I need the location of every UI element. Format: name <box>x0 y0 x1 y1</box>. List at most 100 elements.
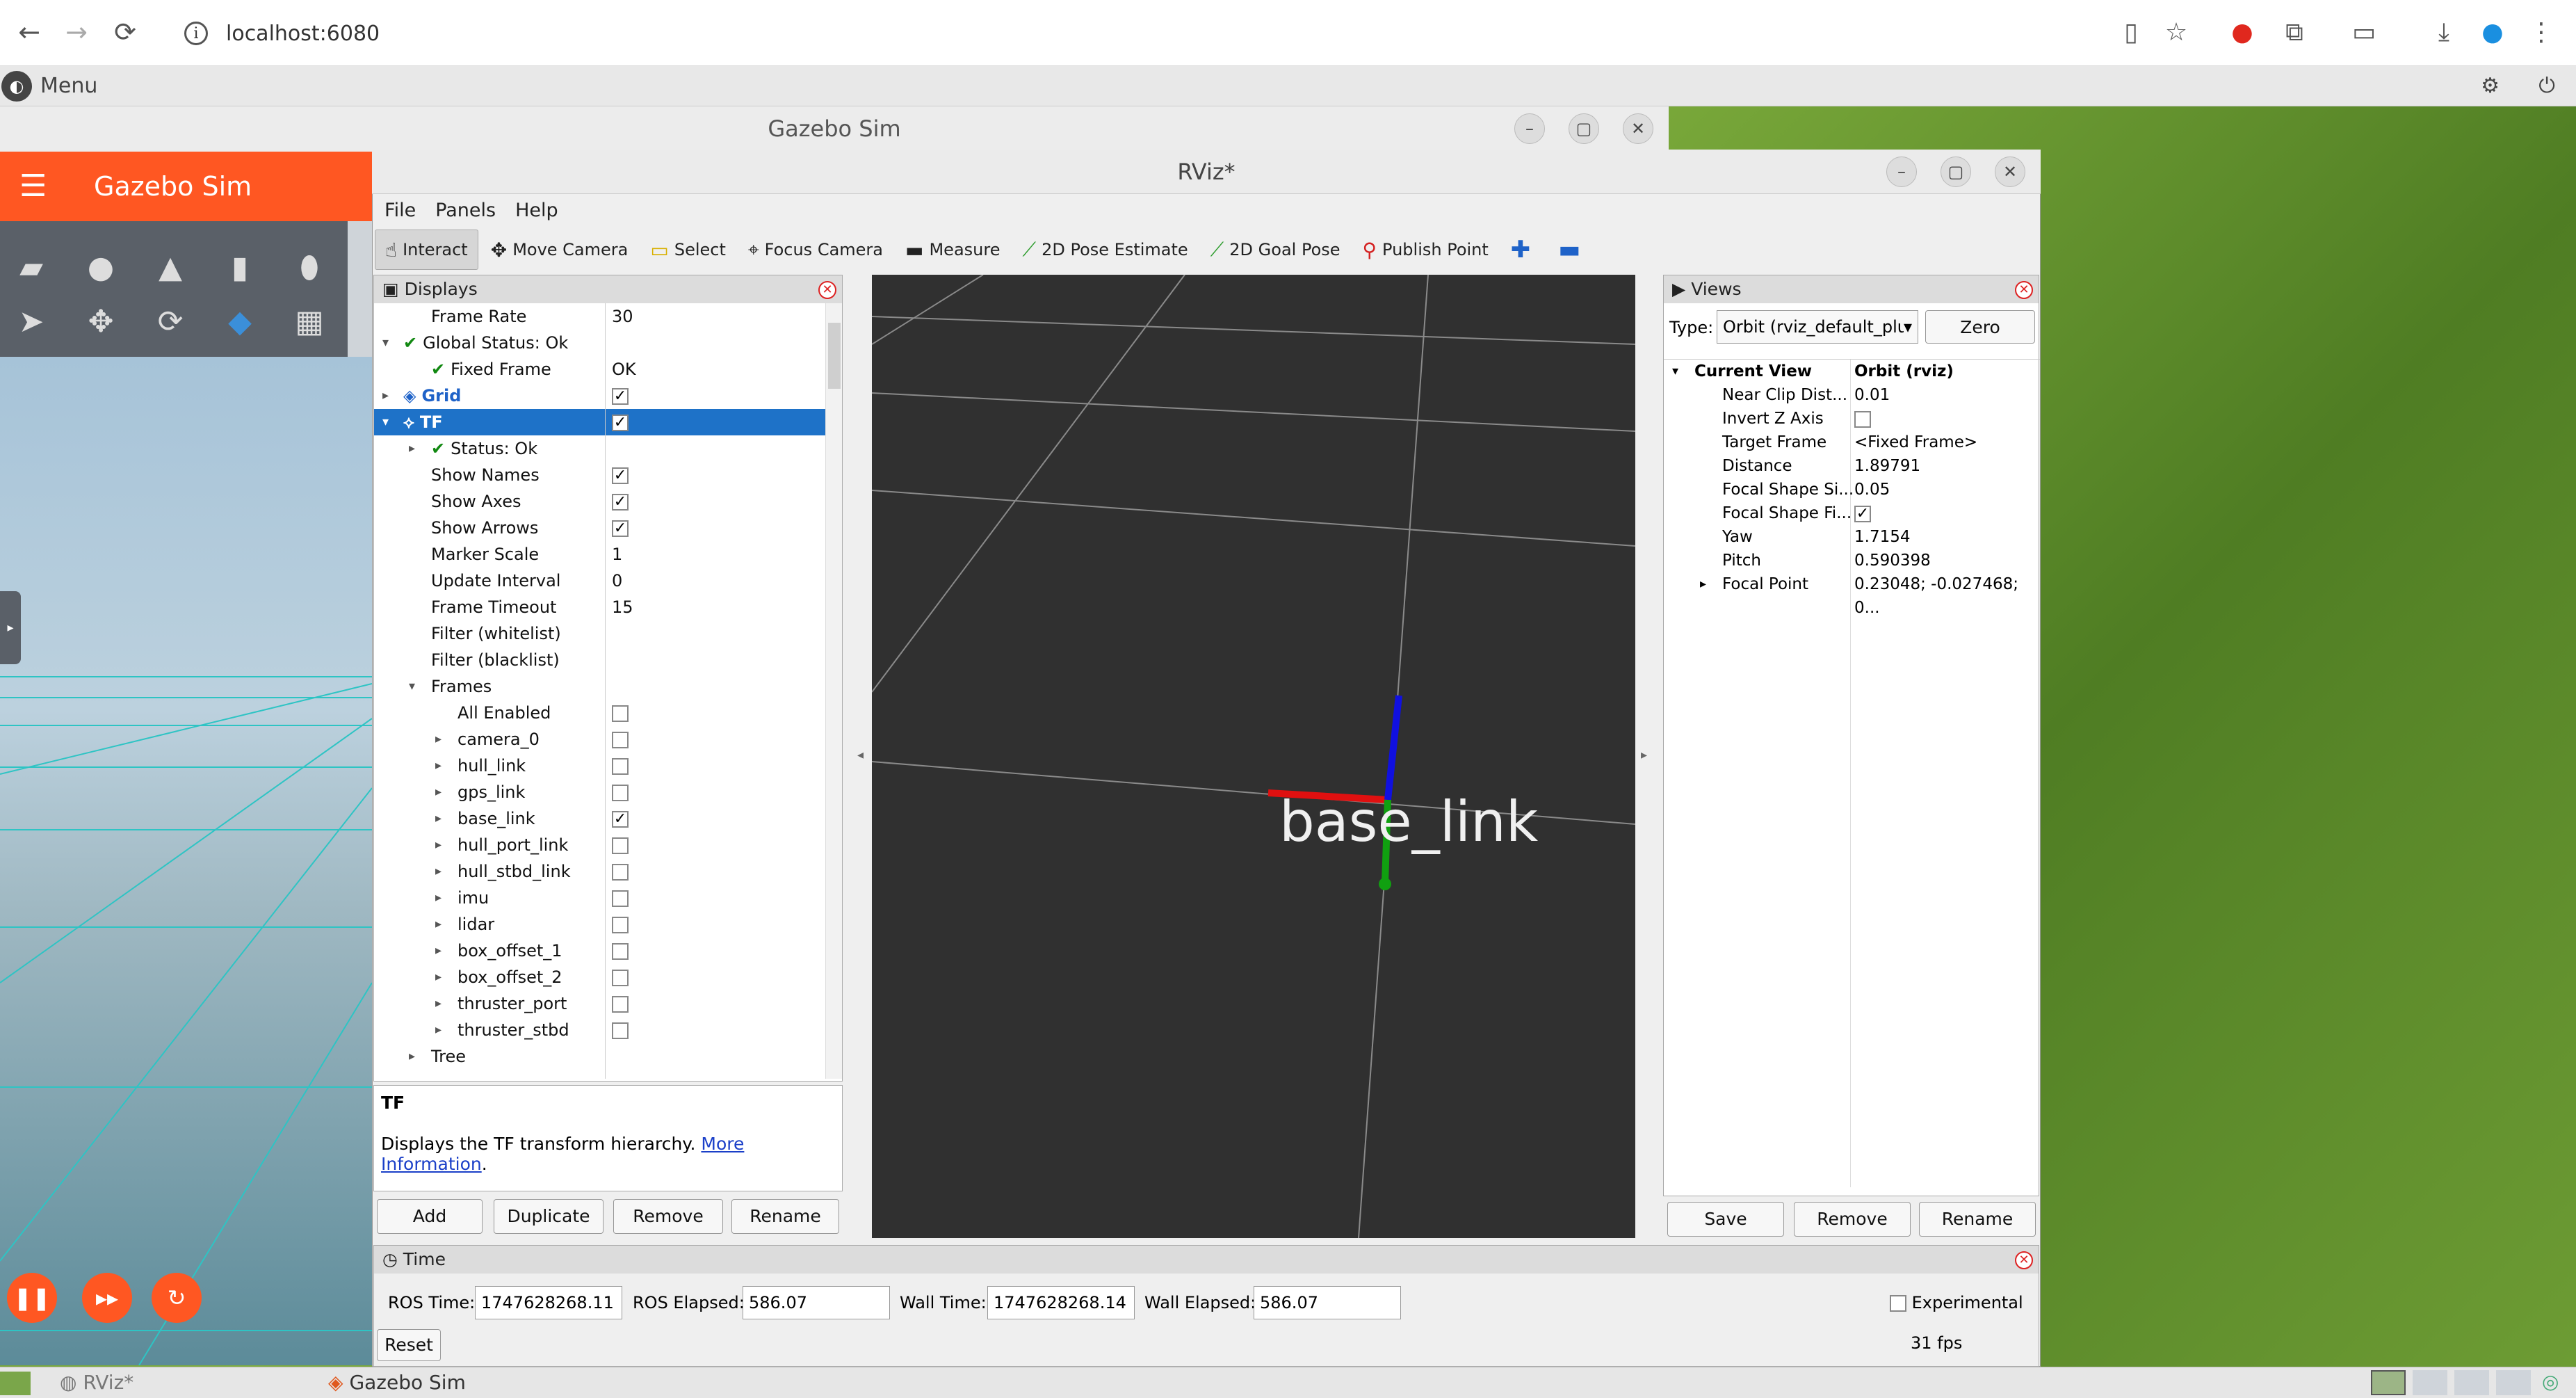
workspace-3[interactable] <box>2454 1370 2489 1395</box>
row-checkbox[interactable] <box>612 911 629 938</box>
start-icon[interactable] <box>0 1372 31 1395</box>
row-checkbox[interactable]: ✓ <box>612 805 629 832</box>
power-icon[interactable]: ⏻ <box>2538 74 2555 98</box>
row-checkbox[interactable] <box>612 885 629 911</box>
expand-arrow-icon[interactable]: ▸ <box>435 938 442 964</box>
tree-row[interactable]: Show Arrows ✓ <box>374 515 826 541</box>
tree-row[interactable]: Update Interval 0 <box>374 568 826 594</box>
expand-arrow-icon[interactable]: ▸ <box>435 964 442 990</box>
gazebo-minimize-button[interactable]: – <box>1514 113 1545 144</box>
menu-logo-icon[interactable]: ◐ <box>1 70 32 102</box>
view-row[interactable]: Yaw 1.7154 <box>1664 525 2040 549</box>
expand-arrow-icon[interactable]: ▸ <box>435 990 442 1017</box>
view-value[interactable]: 0.01 <box>1854 383 1890 407</box>
row-checkbox[interactable] <box>612 938 629 964</box>
settings-icon[interactable]: ⚙ <box>2481 74 2500 98</box>
tree-row[interactable]: Show Axes ✓ <box>374 488 826 515</box>
reset-time-button[interactable]: Reset <box>377 1329 441 1361</box>
move-camera-tool-button[interactable]: ✥ Move Camera <box>481 230 638 270</box>
focus-camera-tool-button[interactable]: ⌖ Focus Camera <box>738 230 893 270</box>
tree-row[interactable]: ▸ ✔ Status: Ok <box>374 435 826 462</box>
tree-row[interactable]: ▸ Tree <box>374 1043 826 1070</box>
select-tool-icon[interactable]: ➤ <box>13 303 50 341</box>
menu-panels[interactable]: Panels <box>435 200 496 221</box>
expand-arrow-icon[interactable]: ▸ <box>435 858 442 885</box>
views-close-button[interactable]: ✕ <box>2015 281 2033 299</box>
view-value[interactable]: 0.590398 <box>1854 549 1931 572</box>
taskbar-item-rviz[interactable]: ◍ RViz* <box>46 1370 310 1395</box>
rviz-maximize-button[interactable]: ▢ <box>1941 156 1971 187</box>
ros-time-field[interactable]: 1747628268.11 <box>475 1286 622 1319</box>
view-row[interactable]: ▸ Focal Point 0.23048; -0.027468; 0... <box>1664 572 2040 617</box>
workspace-4[interactable] <box>2496 1370 2531 1395</box>
collapse-left-arrow-icon[interactable]: ◂ <box>857 748 864 762</box>
step-button[interactable]: ▸▸ <box>82 1273 132 1323</box>
tree-row[interactable]: ▾ ✔ Global Status: Ok <box>374 330 826 356</box>
tree-row[interactable]: Filter (whitelist) <box>374 620 826 647</box>
wall-elapsed-field[interactable]: 586.07 <box>1254 1286 1401 1319</box>
menu-file[interactable]: File <box>384 200 416 221</box>
tree-row[interactable]: ▸ thruster_stbd <box>374 1017 826 1043</box>
workspace-1[interactable] <box>2371 1370 2406 1395</box>
rotate-tool-icon[interactable]: ⟳ <box>152 303 189 341</box>
view-value[interactable]: <Fixed Frame> <box>1854 431 1977 454</box>
tab-search-icon[interactable]: ▭ <box>2347 15 2381 50</box>
duplicate-display-button[interactable]: Duplicate <box>494 1199 604 1234</box>
opera-extension-icon[interactable]: ● <box>2225 15 2260 50</box>
displays-close-button[interactable]: ✕ <box>818 281 836 299</box>
reload-button[interactable]: ⟳ <box>106 13 145 51</box>
tree-row-tf[interactable]: ▾ ⟡ TF ✓ <box>374 409 826 435</box>
expand-arrow-icon[interactable]: ▸ <box>435 726 442 753</box>
tree-row-grid[interactable]: ▸ ◈ Grid ✓ <box>374 383 826 409</box>
row-checkbox[interactable] <box>612 779 629 805</box>
grid-snap-icon[interactable]: ▦ <box>291 303 328 341</box>
scrollbar-thumb[interactable] <box>828 323 841 389</box>
row-checkbox[interactable]: ✓ <box>612 383 629 409</box>
back-button[interactable]: ← <box>10 13 49 51</box>
expand-arrow-icon[interactable]: ▸ <box>435 779 442 805</box>
taskbar-item-gazebo[interactable]: ◈ Gazebo Sim <box>321 1370 585 1395</box>
view-type-dropdown[interactable]: Orbit (rviz_default_plu ▾ <box>1717 310 1918 344</box>
view-value[interactable]: 1.89791 <box>1854 454 1920 478</box>
tree-row[interactable]: ▸ lidar <box>374 911 826 938</box>
address-bar[interactable]: i localhost:6080 <box>163 13 2110 54</box>
expand-arrow-icon[interactable]: ▸ <box>435 832 442 858</box>
tree-row[interactable]: ▸ camera_0 <box>374 726 826 753</box>
time-close-button[interactable]: ✕ <box>2015 1251 2033 1269</box>
tree-row[interactable]: ▸ box_offset_2 <box>374 964 826 990</box>
expand-arrow-icon[interactable]: ▸ <box>435 911 442 938</box>
view-value[interactable]: 0.05 <box>1854 478 1890 501</box>
workspace-2[interactable] <box>2413 1370 2447 1395</box>
rename-view-button[interactable]: Rename <box>1919 1202 2036 1237</box>
more-menu-icon[interactable]: ⋮ <box>2524 15 2559 50</box>
site-info-icon[interactable]: i <box>184 22 208 45</box>
tree-row[interactable]: Frame Rate 30 <box>374 303 826 330</box>
expand-arrow-icon[interactable]: ▸ <box>1700 572 1706 596</box>
wall-time-field[interactable]: 1747628268.14 <box>987 1286 1135 1319</box>
view-row[interactable]: Focal Shape Si... 0.05 <box>1664 478 2040 501</box>
row-checkbox[interactable]: ✓ <box>612 515 629 541</box>
tree-row[interactable]: Filter (blacklist) <box>374 647 826 673</box>
sphere-shape-icon[interactable]: ● <box>82 249 120 287</box>
pose-estimate-tool-button[interactable]: ⟋ 2D Pose Estimate <box>1012 230 1197 270</box>
forward-button[interactable]: → <box>57 13 96 51</box>
row-checkbox[interactable] <box>612 700 629 726</box>
row-checkbox[interactable] <box>612 832 629 858</box>
remove-display-button[interactable]: Remove <box>613 1199 723 1234</box>
publish-point-tool-button[interactable]: ⚲ Publish Point <box>1353 230 1498 270</box>
displays-scrollbar[interactable] <box>825 303 842 1079</box>
extensions-icon[interactable]: ⧉ <box>2277 15 2312 50</box>
box-shape-icon[interactable]: ▰ <box>13 249 50 287</box>
reset-world-button[interactable]: ↻ <box>152 1273 202 1323</box>
row-checkbox[interactable] <box>612 726 629 753</box>
tree-row[interactable]: Marker Scale 1 <box>374 541 826 568</box>
tray-icon[interactable]: ◎ <box>2542 1370 2570 1395</box>
profile-icon[interactable]: ● <box>2475 15 2510 50</box>
view-row[interactable]: Near Clip Dist... 0.01 <box>1664 383 2040 407</box>
row-value[interactable]: 1 <box>612 541 622 568</box>
row-checkbox[interactable] <box>612 964 629 990</box>
rename-display-button[interactable]: Rename <box>731 1199 839 1234</box>
select-tool-button[interactable]: ▭ Select <box>640 230 736 270</box>
tree-row[interactable]: ▸ imu <box>374 885 826 911</box>
view-row[interactable]: Distance 1.89791 <box>1664 454 2040 478</box>
